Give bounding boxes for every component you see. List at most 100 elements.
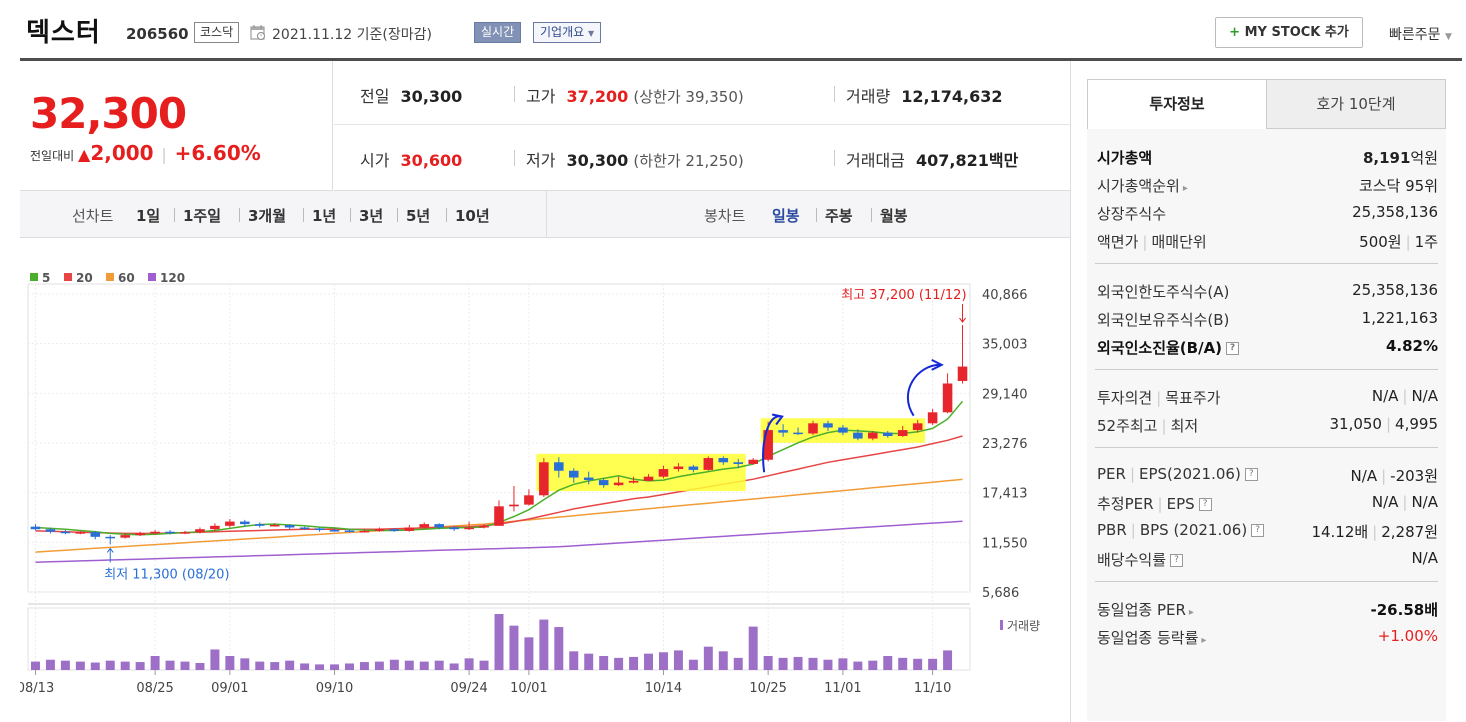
divider: | [1129,465,1136,483]
volume-bar [853,661,863,670]
company-overview-button[interactable]: 기업개요 ▼ [533,22,602,43]
chevron-right-icon: ▸ [1201,635,1207,646]
period-1week[interactable]: 1주일 [183,205,221,226]
upper-limit: (상한가 39,350) [633,88,744,106]
divider [514,86,515,102]
volume-bar [105,660,115,670]
chevron-down-icon: ▼ [588,29,595,38]
stock-chart[interactable]: 40,866 35,003 29,140 23,276 17,413 11,550 5,68… [20,238,1070,722]
par-label: 액면가 | 매매단위 [1097,231,1207,252]
divider [174,208,175,222]
candle-body [30,526,41,530]
candlestick-chart[interactable]: 40,866 35,003 29,140 23,276 17,413 11,550 5,68… [20,238,1070,722]
candle-body [105,536,116,539]
sector-change-row[interactable]: 동일업종 등락률 ▸ +1.00% [1087,623,1446,651]
quick-order-button[interactable]: 빠른주문 ▼ [1389,24,1452,44]
help-icon[interactable]: ? [1170,554,1184,567]
company-overview-label: 기업개요 [540,25,585,39]
low-label: 저가 [526,151,556,170]
candle-weekly[interactable]: 주봉 [825,205,853,226]
sector-change-label: 동일업종 등락률 ▸ [1097,627,1206,648]
legend-label: 120 [160,271,185,285]
period-10year[interactable]: 10년 [455,205,490,226]
candle-body [404,527,415,531]
help-icon[interactable]: ? [1226,342,1240,355]
foreign-limit-value: 25,358,136 [1352,281,1438,299]
candle-chart-label: 봉차트 [704,207,746,225]
foreign-hold-label: 외국인보유주식수(B) [1097,311,1230,329]
per-text: N/A [1350,467,1378,485]
volume-bar [285,660,295,670]
candle-body [464,527,474,530]
help-icon[interactable]: ? [1244,468,1258,481]
period-1day[interactable]: 1일 [136,205,160,226]
lower-limit: (하한가 21,250) [633,152,744,170]
trade-unit-label: 매매단위 [1151,233,1207,251]
divider: | [161,145,167,164]
candle-body [703,458,714,470]
candle-body [793,432,803,435]
x-tick-label: 11/01 [824,681,861,696]
divider [350,208,351,222]
y-tick-label: 11,550 [982,536,1028,551]
realtime-button[interactable]: 실시간 [474,22,522,43]
divider [871,208,872,222]
candle-body [897,430,908,437]
candle-body [120,535,130,538]
candle-daily[interactable]: 일봉 [772,205,800,226]
divider: | [1402,493,1408,511]
candle-body [524,495,534,505]
foreign-ratio-value: 4.82% [1385,337,1438,355]
volume-bar [778,657,788,670]
week52-high-value: 31,050 [1329,415,1382,433]
help-icon[interactable]: ? [1251,524,1265,537]
y-tick-label: 23,276 [982,437,1028,452]
chevron-down-icon: ▼ [1444,32,1452,42]
candle-body [225,521,235,526]
sector-per-row[interactable]: 동일업종 PER ▸ -26.58배 [1087,595,1446,623]
volume-bar [464,658,474,670]
volume-bar [898,657,908,670]
y-tick-label: 35,003 [982,338,1028,353]
x-tick-label: 08/25 [136,681,173,696]
company-name: 덱스터 [26,18,101,48]
candle-body [718,458,729,463]
shares-value: 25,358,136 [1352,203,1438,221]
change-value: 2,000 [90,141,154,165]
divider [816,208,817,222]
opinion-row: 투자의견 | 목표주가 N/A | N/A [1087,383,1446,411]
divider: | [1405,233,1411,251]
legend-label: 60 [118,271,135,285]
highlight-box [536,453,746,492]
candle-body [554,462,564,471]
x-tick-label: 11/10 [914,681,951,696]
foreign-limit-label: 외국인한도주식수(A) [1097,283,1230,301]
candle-body [195,529,205,533]
low-annotation: 최저 11,300 (08/20) [104,567,229,582]
period-1year[interactable]: 1년 [312,205,336,226]
stock-code: 206560 [126,25,189,43]
period-5year[interactable]: 5년 [406,205,430,226]
add-my-stock-button[interactable]: + MY STOCK 추가 [1215,17,1363,48]
prev-day-label: 전일대비 [30,149,75,163]
candle-monthly[interactable]: 월봉 [880,205,908,226]
amount-unit: 백만 [988,151,1019,170]
tab-orderbook[interactable]: 호가 10단계 [1266,79,1446,129]
period-3month[interactable]: 3개월 [248,205,286,226]
period-3year[interactable]: 3년 [359,205,383,226]
chevron-right-icon: ▸ [1188,607,1194,618]
y-tick-label: 40,866 [982,288,1028,303]
base-date: 2021.11.12 기준(장마감) [272,27,432,43]
volume-bar [554,627,564,670]
divider [1095,581,1438,582]
opinion-label: 투자의견 | 목표주가 [1097,387,1220,408]
candle-body [748,459,758,464]
help-icon[interactable]: ? [1198,498,1212,511]
candle-body [509,504,519,507]
cap-rank-row[interactable]: 시가총액순위 ▸ 코스닥 95위 [1087,171,1446,199]
week52-low-value: 4,995 [1395,415,1438,433]
tab-investment-info[interactable]: 투자정보 [1087,79,1267,129]
bps-label: BPS (2021.06) [1139,521,1248,539]
volume-bar [823,659,833,670]
volume-bar [688,659,698,670]
